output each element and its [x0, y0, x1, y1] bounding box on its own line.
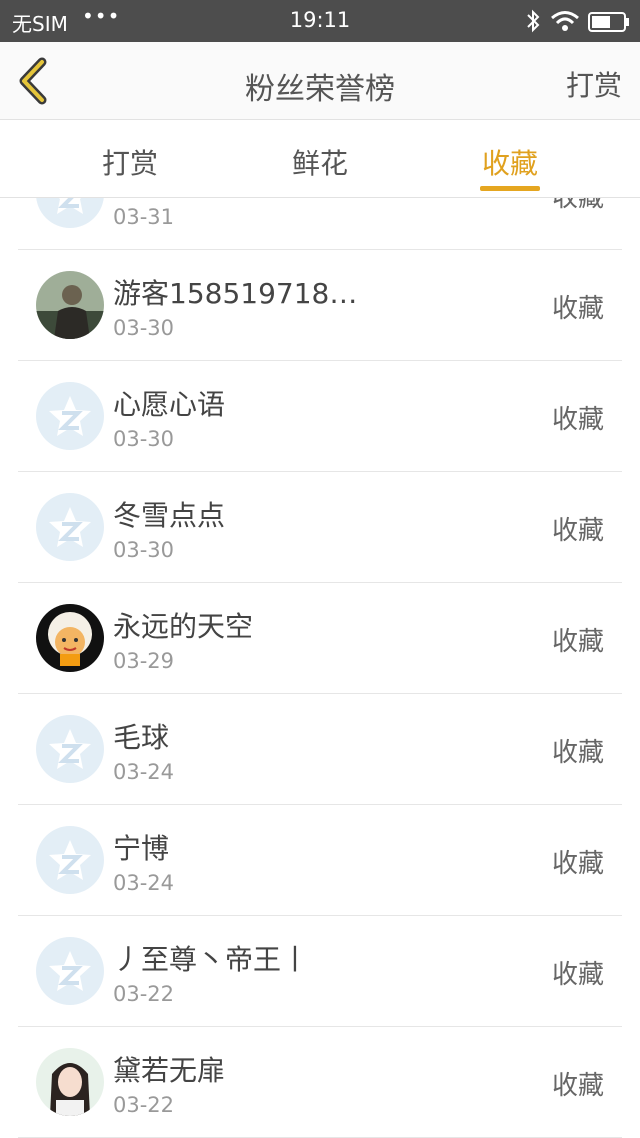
- list-item[interactable]: 冬雪点点 03-30 收藏: [18, 472, 622, 583]
- fan-name: 冬雪点点: [113, 499, 226, 532]
- fan-name: 丿至尊丶帝王丨: [113, 943, 310, 976]
- fan-date: 03-31: [113, 205, 175, 229]
- fan-date: 03-22: [113, 1093, 175, 1117]
- fan-name: 心愿心语: [113, 388, 226, 421]
- action-type-label: 收藏: [551, 849, 604, 879]
- avatar[interactable]: [36, 604, 104, 672]
- action-type-label: 收藏: [551, 627, 604, 657]
- fan-date: 03-22: [113, 982, 175, 1006]
- battery-icon: [588, 12, 629, 32]
- list-item[interactable]: 丿至尊丶帝王丨 03-22 收藏: [18, 916, 622, 1027]
- active-tab-indicator: [480, 186, 540, 191]
- tab-bar: 打赏 鲜花 收藏: [0, 120, 640, 198]
- fan-name: 宁博: [113, 832, 170, 865]
- action-type-label: 收藏: [551, 405, 604, 435]
- action-type-label: 收藏: [551, 738, 604, 768]
- fan-name: 游客158519718…: [113, 277, 358, 310]
- fan-list[interactable]: 03-31 收藏 游客158519718… 03-30 收藏 心愿心语 03-30 收藏 冬雪点…: [0, 198, 640, 1138]
- fan-name: 毛球: [113, 721, 170, 754]
- fan-date: 03-30: [113, 316, 175, 340]
- fan-date: 03-30: [113, 538, 175, 562]
- wifi-icon: [551, 11, 579, 31]
- list-item[interactable]: 游客158519718… 03-30 收藏: [18, 250, 622, 361]
- tab-flowers[interactable]: 鲜花: [260, 142, 380, 182]
- action-type-label: 收藏: [551, 516, 604, 546]
- action-type-label: 收藏: [551, 198, 604, 213]
- page-title: 粉丝荣誉榜: [245, 72, 395, 107]
- action-type-label: 收藏: [551, 960, 604, 990]
- bluetooth-icon: [527, 9, 540, 33]
- list-item[interactable]: 心愿心语 03-30 收藏: [18, 361, 622, 472]
- list-item[interactable]: 黛若无扉 03-22 收藏: [18, 1027, 622, 1138]
- clock: 19:11: [289, 8, 351, 32]
- avatar[interactable]: [36, 271, 104, 339]
- action-type-label: 收藏: [551, 294, 604, 324]
- fan-date: 03-24: [113, 760, 175, 784]
- avatar[interactable]: [36, 493, 104, 561]
- avatar[interactable]: [36, 198, 104, 228]
- action-type-label: 收藏: [551, 1071, 604, 1101]
- tab-reward[interactable]: 打赏: [70, 142, 190, 182]
- list-item[interactable]: 毛球 03-24 收藏: [18, 694, 622, 805]
- fan-date: 03-29: [113, 649, 175, 673]
- avatar[interactable]: [36, 1048, 104, 1116]
- tab-favorites[interactable]: 收藏: [450, 142, 570, 182]
- fan-date: 03-24: [113, 871, 175, 895]
- avatar[interactable]: [36, 937, 104, 1005]
- navigation-bar: 粉丝荣誉榜 打赏: [0, 42, 640, 120]
- reward-button[interactable]: 打赏: [566, 64, 622, 104]
- list-item[interactable]: 永远的天空 03-29 收藏: [18, 583, 622, 694]
- list-item[interactable]: 03-31 收藏: [18, 198, 622, 250]
- avatar[interactable]: [36, 382, 104, 450]
- avatar[interactable]: [36, 715, 104, 783]
- fan-date: 03-30: [113, 427, 175, 451]
- fan-name: 黛若无扉: [113, 1054, 226, 1087]
- avatar[interactable]: [36, 826, 104, 894]
- fan-name: 永远的天空: [113, 610, 254, 643]
- list-item[interactable]: 宁博 03-24 收藏: [18, 805, 622, 916]
- status-bar: 无SIM ••• 19:11: [0, 0, 640, 42]
